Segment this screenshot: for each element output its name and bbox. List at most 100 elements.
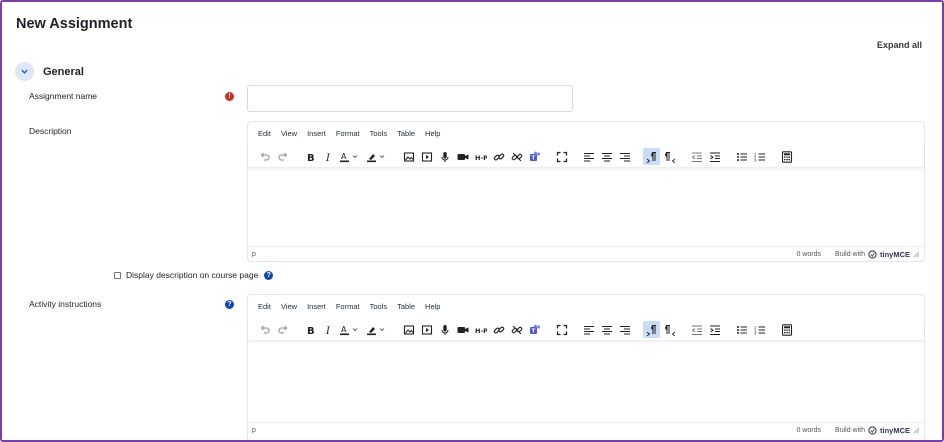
bullet-list-icon[interactable]	[733, 321, 750, 338]
editor-menubar: Edit View Insert Format Tools Table Help	[258, 302, 450, 311]
ltr-direction-icon[interactable]	[643, 148, 660, 165]
teams-icon[interactable]: T	[526, 148, 543, 165]
word-count[interactable]: 0 words	[797, 251, 822, 258]
align-center-icon[interactable]	[598, 321, 615, 338]
outdent-icon[interactable]	[688, 148, 705, 165]
rtl-direction-icon[interactable]	[661, 148, 678, 165]
unlink-icon[interactable]	[508, 321, 525, 338]
text-color-icon[interactable]: A	[337, 321, 363, 338]
italic-icon[interactable]: I	[319, 148, 336, 165]
menu-edit[interactable]: Edit	[258, 302, 271, 311]
display-description-row: Display description on course page ?	[114, 270, 274, 280]
assignment-name-input[interactable]	[247, 85, 573, 112]
menu-view[interactable]: View	[281, 129, 297, 138]
outdent-icon[interactable]	[688, 321, 705, 338]
editor-content-area[interactable]	[248, 169, 924, 247]
svg-text:3: 3	[754, 330, 757, 335]
chevron-down-icon[interactable]	[15, 62, 34, 81]
editor-content-area[interactable]	[248, 342, 924, 420]
h5p-icon[interactable]: H-P	[472, 148, 489, 165]
menu-table[interactable]: Table	[397, 129, 415, 138]
microphone-icon[interactable]	[436, 321, 453, 338]
menu-format[interactable]: Format	[336, 129, 360, 138]
unlink-icon[interactable]	[508, 148, 525, 165]
element-path[interactable]: p	[252, 427, 797, 434]
calculator-icon[interactable]	[778, 148, 795, 165]
teams-icon[interactable]: T	[526, 321, 543, 338]
section-title: General	[43, 65, 84, 78]
image-icon[interactable]	[400, 148, 417, 165]
numbered-list-icon[interactable]: 123	[751, 148, 768, 165]
expand-all-link[interactable]: Expand all	[877, 40, 922, 50]
bullet-list-icon[interactable]	[733, 148, 750, 165]
align-right-icon[interactable]	[616, 321, 633, 338]
svg-text:B: B	[307, 326, 315, 336]
indent-icon[interactable]	[706, 148, 723, 165]
editor-toolbar: B I A H-P T 123	[248, 146, 924, 168]
display-description-checkbox[interactable]	[114, 271, 121, 279]
menu-edit[interactable]: Edit	[258, 129, 271, 138]
media-icon[interactable]	[418, 321, 435, 338]
element-path[interactable]: p	[252, 251, 797, 258]
menu-table[interactable]: Table	[397, 302, 415, 311]
editor-toolbar: B I A H-P T 123	[248, 319, 924, 341]
resize-handle-icon[interactable]	[913, 427, 920, 434]
resize-handle-icon[interactable]	[913, 251, 920, 258]
page: New Assignment Expand all General Assign…	[2, 2, 942, 440]
rtl-direction-icon[interactable]	[661, 321, 678, 338]
activity-instructions-label: Activity instructions	[29, 299, 102, 309]
video-camera-icon[interactable]	[454, 148, 471, 165]
menu-tools[interactable]: Tools	[370, 129, 388, 138]
build-with-label: Build with	[835, 426, 865, 434]
media-icon[interactable]	[418, 148, 435, 165]
align-left-icon[interactable]	[580, 321, 597, 338]
numbered-list-icon[interactable]: 123	[751, 321, 768, 338]
menu-view[interactable]: View	[281, 302, 297, 311]
link-icon[interactable]	[490, 321, 507, 338]
italic-icon[interactable]: I	[319, 321, 336, 338]
microphone-icon[interactable]	[436, 148, 453, 165]
help-icon[interactable]: ?	[264, 270, 274, 280]
menu-tools[interactable]: Tools	[370, 302, 388, 311]
svg-text:I: I	[325, 326, 331, 336]
page-title: New Assignment	[16, 16, 133, 32]
bold-icon[interactable]: B	[301, 148, 318, 165]
help-icon[interactable]: ?	[225, 300, 234, 309]
section-general-header[interactable]: General	[15, 62, 84, 81]
tinymce-branding[interactable]: Build with tinyMCE	[835, 426, 920, 435]
align-center-icon[interactable]	[598, 148, 615, 165]
image-icon[interactable]	[400, 321, 417, 338]
menu-format[interactable]: Format	[336, 302, 360, 311]
highlight-icon[interactable]	[364, 148, 390, 165]
video-camera-icon[interactable]	[454, 321, 471, 338]
tinymce-branding[interactable]: Build with tinyMCE	[835, 250, 920, 259]
menu-insert[interactable]: Insert	[307, 302, 326, 311]
activity-instructions-editor[interactable]: Edit View Insert Format Tools Table Help…	[247, 294, 925, 440]
editor-statusbar: p 0 words Build with tinyMCE	[248, 246, 924, 261]
menu-insert[interactable]: Insert	[307, 129, 326, 138]
undo-icon[interactable]	[256, 148, 273, 165]
svg-text:T: T	[531, 328, 535, 334]
h5p-icon[interactable]: H-P	[472, 321, 489, 338]
indent-icon[interactable]	[706, 321, 723, 338]
display-description-label[interactable]: Display description on course page	[126, 270, 258, 280]
fullscreen-icon[interactable]	[553, 321, 570, 338]
tinymce-brand: tinyMCE	[880, 425, 910, 435]
align-right-icon[interactable]	[616, 148, 633, 165]
menu-help[interactable]: Help	[425, 129, 440, 138]
description-editor[interactable]: Edit View Insert Format Tools Table Help…	[247, 121, 925, 262]
calculator-icon[interactable]	[778, 321, 795, 338]
word-count[interactable]: 0 words	[797, 427, 822, 434]
ltr-direction-icon[interactable]	[643, 321, 660, 338]
redo-icon[interactable]	[274, 148, 291, 165]
undo-icon[interactable]	[256, 321, 273, 338]
fullscreen-icon[interactable]	[553, 148, 570, 165]
highlight-icon[interactable]	[364, 321, 390, 338]
text-color-icon[interactable]: A	[337, 148, 363, 165]
assignment-name-label: Assignment name	[29, 91, 98, 101]
align-left-icon[interactable]	[580, 148, 597, 165]
link-icon[interactable]	[490, 148, 507, 165]
bold-icon[interactable]: B	[301, 321, 318, 338]
menu-help[interactable]: Help	[425, 302, 440, 311]
redo-icon[interactable]	[274, 321, 291, 338]
